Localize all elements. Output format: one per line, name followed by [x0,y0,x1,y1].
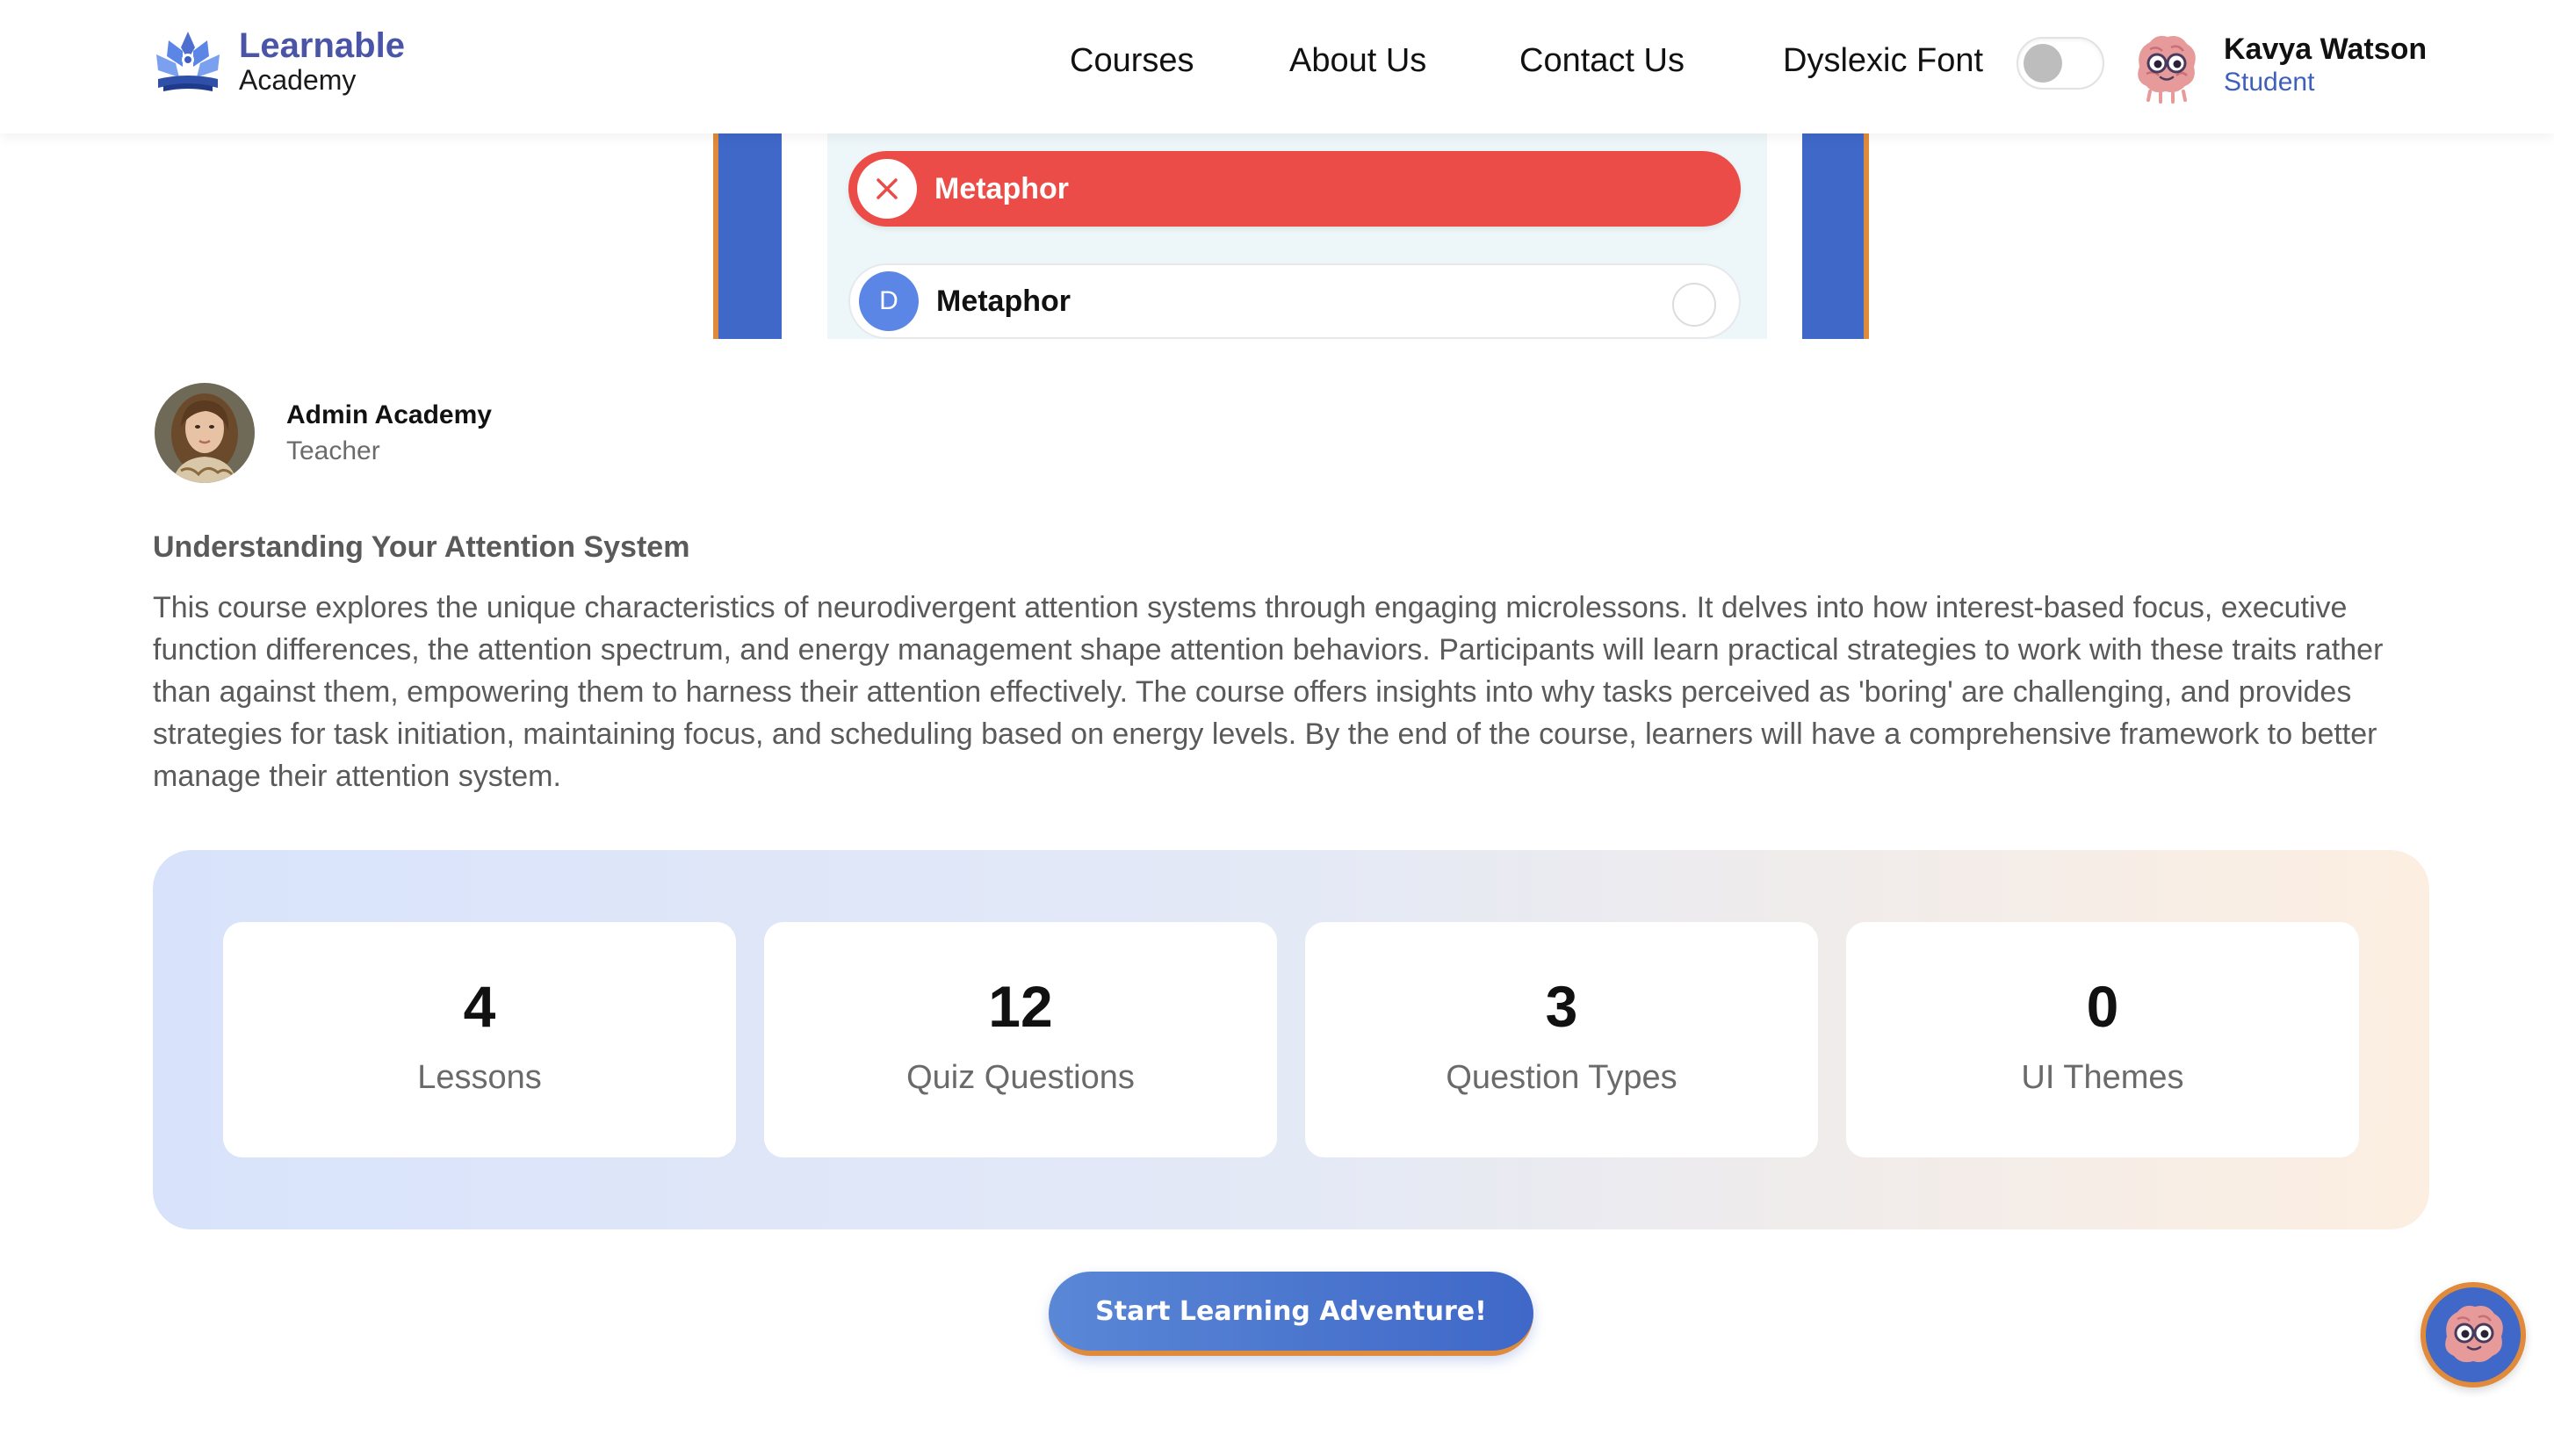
stat-value: 12 [988,974,1053,1039]
dyslexic-font-toggle[interactable] [2017,37,2104,90]
brand-logo[interactable]: Learnable Academy [151,25,405,98]
start-learning-button[interactable]: Start Learning Adventure! [1049,1272,1533,1356]
teacher-name: Admin Academy [286,400,492,429]
close-icon [857,159,917,219]
stat-value: 3 [1545,974,1578,1039]
stat-card-quiz-questions: 12 Quiz Questions [764,922,1277,1157]
nav-courses[interactable]: Courses [1070,42,1194,80]
brand-subtitle: Academy [239,64,357,97]
option-radio[interactable] [1672,283,1716,327]
option-letter-badge: D [859,271,919,331]
stat-value: 0 [2086,974,2119,1039]
teacher-info: Admin Academy Teacher [155,383,492,483]
quiz-option-d[interactable]: D Metaphor [848,263,1741,339]
quiz-option-text: Metaphor [936,284,1071,318]
course-stats-panel: 4 Lessons 12 Quiz Questions 3 Question T… [153,850,2429,1229]
brain-mascot-icon [2125,25,2206,105]
user-role: Student [2224,68,2315,97]
stat-label: Question Types [1446,1059,1677,1096]
teacher-role: Teacher [286,436,380,465]
assistant-chat-button[interactable] [2421,1282,2526,1388]
top-navbar: Learnable Academy Courses About Us Conta… [0,0,2554,133]
nav-about-us[interactable]: About Us [1289,42,1426,80]
stat-card-ui-themes: 0 UI Themes [1846,922,2359,1157]
nav-contact-us[interactable]: Contact Us [1519,42,1685,80]
stat-label: UI Themes [2021,1059,2184,1096]
brand-name: Learnable [239,26,405,66]
stat-label: Quiz Questions [906,1059,1135,1096]
stat-card-question-types: 3 Question Types [1305,922,1818,1157]
brain-mascot-icon [2445,1305,2503,1363]
user-name: Kavya Watson [2224,32,2428,66]
teacher-avatar [155,383,255,483]
stat-card-lessons: 4 Lessons [223,922,736,1157]
course-title: Understanding Your Attention System [153,530,690,564]
course-description: This course explores the unique characte… [153,591,2384,793]
quiz-option-text: Metaphor [934,171,1069,205]
stat-value: 4 [463,974,496,1039]
toggle-knob [2024,44,2062,83]
quiz-option-wrong[interactable]: Metaphor [848,151,1741,227]
lotus-book-icon [156,32,220,91]
stat-label: Lessons [417,1059,542,1096]
user-profile[interactable]: Kavya Watson Student [2124,23,2427,107]
dyslexic-font-label: Dyslexic Font [1783,42,1984,79]
